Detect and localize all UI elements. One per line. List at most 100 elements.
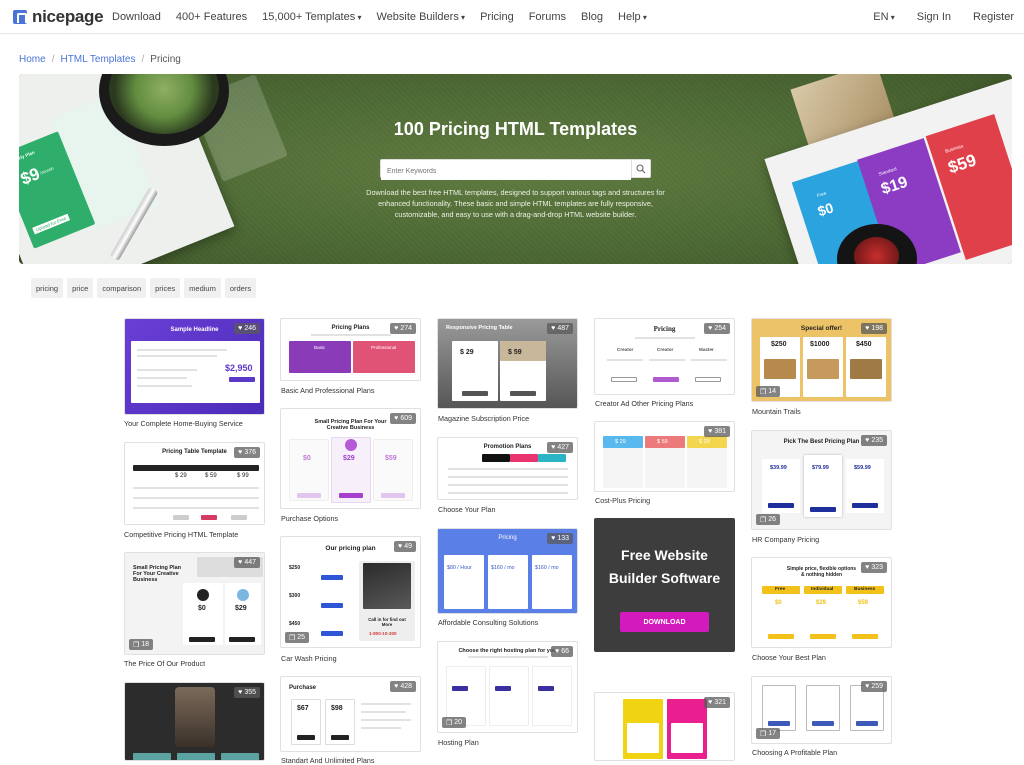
- template-card[interactable]: Responsive Pricing Table $ 29 $ 59 ♥ 487: [437, 318, 578, 409]
- breadcrumb-html-templates[interactable]: HTML Templates: [60, 54, 135, 65]
- thumb-plan-tab: [177, 753, 215, 760]
- thumb-button: [321, 631, 343, 636]
- thumb-button: [611, 377, 637, 382]
- thumb-price: $29: [816, 600, 827, 606]
- search-button[interactable]: [631, 160, 650, 177]
- thumb-plan-name: Creator: [617, 347, 634, 352]
- heart-icon: ♥: [238, 449, 243, 456]
- thumb-button: [695, 377, 721, 382]
- nav-help[interactable]: Help: [618, 11, 647, 23]
- nav-features[interactable]: 400+ Features: [176, 11, 247, 23]
- template-name[interactable]: Cost-Plus Pricing: [595, 496, 650, 505]
- tag-prices[interactable]: prices: [150, 278, 181, 298]
- tag-pricing[interactable]: pricing: [31, 278, 64, 298]
- template-card[interactable]: ♥ 355: [124, 682, 265, 761]
- tag-comparison[interactable]: comparison: [97, 278, 147, 298]
- heart-icon: ♥: [238, 325, 243, 332]
- template-card[interactable]: Pricing Plans Basic Professional ♥ 274: [280, 318, 421, 381]
- template-name[interactable]: Basic And Professional Plans: [281, 386, 375, 395]
- tag-price[interactable]: price: [67, 278, 94, 298]
- thumb-price: $300: [289, 593, 301, 599]
- thumb-line: [448, 468, 568, 470]
- sign-in-link[interactable]: Sign In: [917, 11, 951, 23]
- template-card[interactable]: Simple price, flexible options & nothing…: [751, 557, 892, 648]
- pages-icon: ❐: [133, 641, 140, 649]
- template-card[interactable]: Choose the right hosting plan for you ♥ 6…: [437, 641, 578, 733]
- thumb-price: $2,950: [225, 363, 253, 373]
- template-name[interactable]: Affordable Consulting Solutions: [438, 618, 538, 627]
- template-name[interactable]: Purchase Options: [281, 514, 338, 523]
- thumb-line: [311, 334, 391, 336]
- thumb-price: $1000: [810, 341, 830, 348]
- nav-blog[interactable]: Blog: [581, 11, 603, 23]
- thumb-plan-name: Professional: [371, 345, 397, 350]
- like-count: ♥ 49: [394, 541, 416, 552]
- heart-icon: ♥: [708, 325, 713, 332]
- thumb-line: [635, 337, 695, 339]
- template-name[interactable]: HR Company Pricing: [752, 535, 819, 544]
- template-name[interactable]: Choose Your Plan: [438, 505, 496, 514]
- template-name[interactable]: Creator Ad Other Pricing Plans: [595, 399, 693, 408]
- page-count: ❐ 17: [756, 728, 781, 739]
- nav-download[interactable]: Download: [112, 11, 161, 23]
- like-count: ♥ 487: [547, 323, 573, 334]
- tag-orders[interactable]: orders: [224, 278, 257, 298]
- hero-banner: $9 Yearly Plan /month Upload for Free Fr…: [19, 74, 1012, 264]
- thumb-button: [381, 493, 405, 498]
- thumb-price: $59.99: [854, 465, 871, 471]
- page-count-value: 25: [297, 634, 306, 641]
- template-card[interactable]: Sample Headline $2,950 ♥ 246: [124, 318, 265, 415]
- template-card[interactable]: Pick The Best Pricing Plan $39.99 $79.99…: [751, 430, 892, 530]
- like-count-value: 198: [871, 325, 883, 332]
- template-card[interactable]: Pricing Creator Creator Master ♥ 254: [594, 318, 735, 395]
- template-card[interactable]: Our pricing plan $250 $300 $450 Call in …: [280, 536, 421, 648]
- tag-medium[interactable]: medium: [184, 278, 221, 298]
- template-name[interactable]: Choose Your Best Plan: [752, 653, 826, 662]
- pages-icon: ❐: [760, 388, 767, 396]
- template-name[interactable]: Competitive Pricing HTML Template: [124, 530, 238, 539]
- template-name[interactable]: Choosing A Profitable Plan: [752, 748, 837, 757]
- thumb-plan-header: [538, 454, 566, 462]
- register-link[interactable]: Register: [973, 11, 1014, 23]
- heart-icon: ♥: [865, 325, 870, 332]
- thumb-plan-box: [489, 666, 529, 726]
- template-name[interactable]: Magazine Subscription Price: [438, 414, 529, 423]
- template-name[interactable]: Car Wash Pricing: [281, 654, 337, 663]
- template-card[interactable]: Small Pricing Plan For Your Creative Bus…: [280, 408, 421, 509]
- template-card[interactable]: Small Pricing Plan For Your Creative Bus…: [124, 552, 265, 655]
- template-card[interactable]: Pricing Table Template $ 29 $ 59 $ 99 ♥ 3…: [124, 442, 265, 525]
- template-card[interactable]: ♥ 259 ❐ 17: [751, 676, 892, 744]
- template-card[interactable]: $ 29 $ 59 $ 29 ♥ 381: [594, 421, 735, 492]
- nav-forums[interactable]: Forums: [529, 11, 566, 23]
- thumb-button: [510, 391, 536, 396]
- template-card[interactable]: Special offer! $250 $1000 $450 ♥ 198 ❐ 14: [751, 318, 892, 402]
- template-name[interactable]: Mountain Trails: [752, 407, 801, 416]
- thumb-plan-name: Individual: [811, 587, 834, 592]
- download-button[interactable]: DOWNLOAD: [620, 612, 709, 632]
- template-card[interactable]: Purchase $67 $98 ♥ 428: [280, 676, 421, 752]
- ad-title-line-1: Free Website: [621, 547, 708, 563]
- nav-website-builders[interactable]: Website Builders: [376, 11, 465, 23]
- language-selector[interactable]: EN: [873, 11, 895, 23]
- thumb-button: [321, 603, 343, 608]
- thumb-trail-photo: [764, 359, 796, 379]
- heart-icon: ♥: [394, 415, 399, 422]
- nav-pricing[interactable]: Pricing: [480, 11, 514, 23]
- thumb-button: [852, 503, 878, 508]
- thumb-button: [810, 507, 836, 512]
- template-card[interactable]: Promotion Plans ♥ 427: [437, 437, 578, 500]
- template-name[interactable]: Hosting Plan: [438, 738, 479, 747]
- template-name[interactable]: The Price Of Our Product: [124, 659, 205, 668]
- thumb-button: [538, 686, 554, 691]
- template-name[interactable]: Your Complete Home-Buying Service: [124, 419, 243, 428]
- nav-templates[interactable]: 15,000+ Templates: [262, 11, 361, 23]
- thumb-price: $160 / mo: [491, 565, 515, 571]
- thumb-plan-name: Basic: [314, 345, 326, 350]
- like-count: ♥ 381: [704, 426, 730, 437]
- search-input[interactable]: [381, 163, 631, 180]
- thumb-button: [339, 493, 363, 498]
- template-card[interactable]: ♥ 321: [594, 692, 735, 761]
- breadcrumb-home[interactable]: Home: [19, 54, 46, 65]
- nicepage-logo[interactable]: nicepage: [13, 7, 104, 27]
- template-card[interactable]: Pricing $80 / Hour $160 / mo $160 / mo ♥…: [437, 528, 578, 614]
